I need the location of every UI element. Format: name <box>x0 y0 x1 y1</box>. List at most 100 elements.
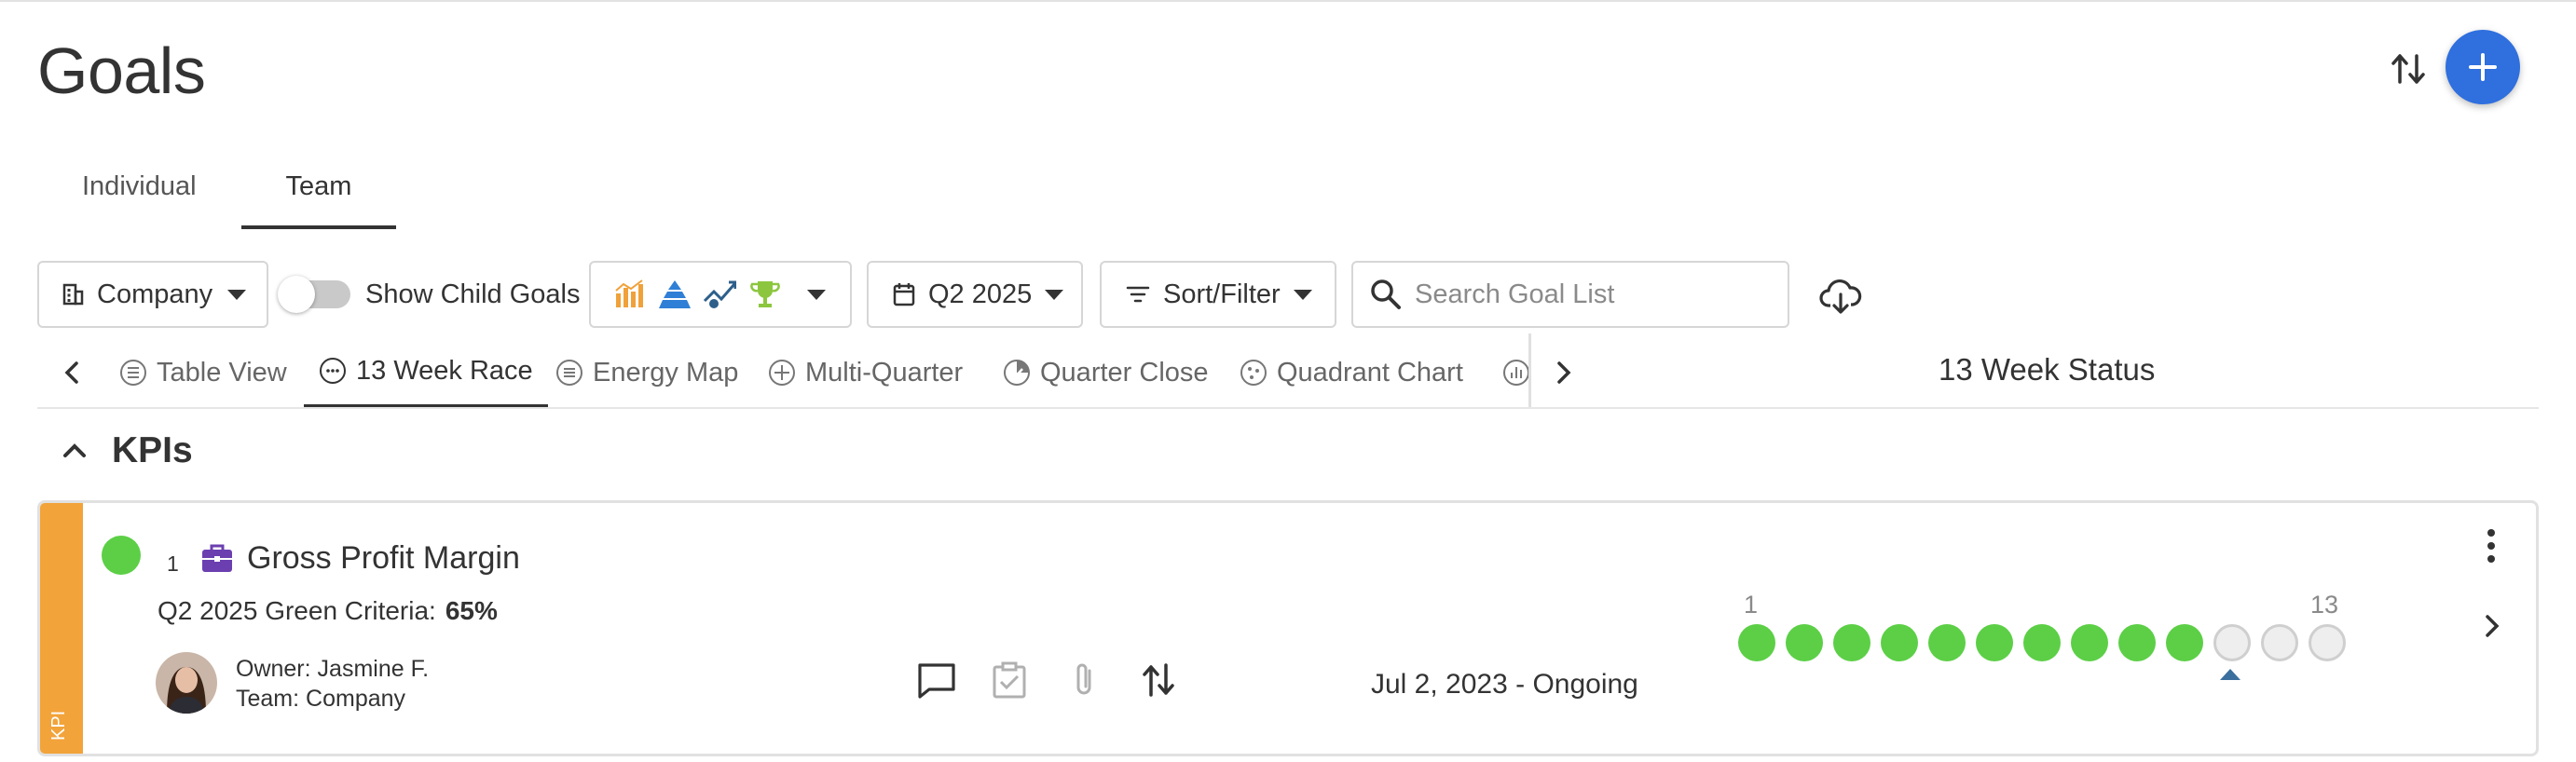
pyramid-icon <box>659 280 691 308</box>
table-icon <box>120 360 146 386</box>
green-criteria: Q2 2025 Green Criteria: 65% <box>158 596 498 626</box>
team-name: Company <box>306 686 406 712</box>
chevron-down-icon <box>227 289 247 300</box>
goal-tabs: Individual Team <box>37 149 397 229</box>
week-dot-11[interactable] <box>2213 624 2251 661</box>
quarter-close-icon <box>1004 360 1030 386</box>
tab-multi-quarter[interactable]: Multi-Quarter <box>768 337 963 408</box>
tab-label: Multi-Quarter <box>805 357 964 388</box>
calendar-icon <box>893 283 915 306</box>
current-week-marker <box>2220 669 2240 680</box>
top-divider <box>0 0 2576 2</box>
week-dot-12[interactable] <box>2261 624 2298 661</box>
search-box <box>1351 261 1789 328</box>
week-dot-2[interactable] <box>1786 624 1823 661</box>
criteria-label: Q2 2025 Green Criteria: <box>158 596 436 625</box>
week-status-header: 13 Week Status <box>1939 352 2156 387</box>
week-dot-9[interactable] <box>2118 624 2156 661</box>
tab-quarter-close[interactable]: Quarter Close <box>1003 337 1209 408</box>
avatar <box>156 652 217 714</box>
chevron-up-icon[interactable] <box>58 434 91 468</box>
multi-quarter-icon <box>769 360 795 386</box>
tab-13-week-race[interactable]: 13 Week Race <box>304 337 548 408</box>
chevron-left-icon[interactable] <box>56 354 89 391</box>
add-goal-button[interactable] <box>2446 30 2520 104</box>
week-dot-6[interactable] <box>1976 624 2013 661</box>
building-icon <box>62 283 84 306</box>
tab-energy-map[interactable]: Energy Map <box>555 337 738 408</box>
tab-quadrant-chart[interactable]: Quadrant Chart <box>1240 337 1463 408</box>
week-dot-8[interactable] <box>2071 624 2108 661</box>
view-tabs: Table View 13 Week Race Energy Map Multi… <box>37 337 1528 408</box>
reorder-icon[interactable] <box>1136 658 1181 702</box>
goal-type-band: KPI <box>40 503 83 754</box>
filter-icon <box>1126 286 1150 303</box>
page-title: Goals <box>37 34 206 107</box>
week-dot-3[interactable] <box>1833 624 1870 661</box>
tab-label: Energy Map <box>593 357 739 388</box>
search-input[interactable] <box>1415 279 1769 310</box>
tab-label: Quarter Close <box>1040 357 1209 388</box>
quarter-dropdown[interactable]: Q2 2025 <box>867 261 1083 328</box>
view-divider <box>1528 333 1531 408</box>
attachment-icon[interactable] <box>1062 658 1106 702</box>
more-options-icon[interactable] <box>2482 525 2501 566</box>
plus-icon <box>2469 53 2497 81</box>
tab-table-view[interactable]: Table View <box>119 337 287 408</box>
criteria-value: 65% <box>445 596 498 625</box>
owner-name: Jasmine F. <box>317 656 430 682</box>
briefcase-icon <box>202 544 232 572</box>
tab-team[interactable]: Team <box>240 149 397 229</box>
owner-info: Owner: Jasmine F. Team: Company <box>236 654 429 714</box>
status-dot[interactable] <box>102 536 141 575</box>
chevron-down-icon <box>807 289 826 300</box>
chart-icon <box>1503 360 1528 386</box>
goal-type-label: KPI <box>48 710 69 741</box>
energy-map-icon <box>556 360 582 386</box>
chevron-down-icon <box>1045 289 1064 300</box>
search-icon <box>1371 279 1401 309</box>
comment-icon[interactable] <box>914 658 959 702</box>
tab-individual[interactable]: Individual <box>37 149 241 229</box>
tab-label: 13 Week Race <box>356 355 533 386</box>
show-child-goals-toggle[interactable] <box>278 276 350 313</box>
goal-name[interactable]: Gross Profit Margin <box>247 540 520 577</box>
task-icon[interactable] <box>987 658 1032 702</box>
sort-filter-dropdown[interactable]: Sort/Filter <box>1100 261 1336 328</box>
trend-line-icon <box>703 280 736 308</box>
goal-number: 1 <box>167 551 179 576</box>
tab-label: Table View <box>157 357 287 388</box>
week-end-label: 13 <box>2310 591 2339 619</box>
show-child-goals-label: Show Child Goals <box>365 279 581 309</box>
tab-more-chart[interactable] <box>1502 337 1528 408</box>
goal-type-dropdown[interactable] <box>589 261 852 328</box>
week-dot-7[interactable] <box>2023 624 2061 661</box>
quadrant-icon <box>1240 360 1267 386</box>
bar-chart-icon <box>615 279 643 307</box>
week-dot-4[interactable] <box>1881 624 1918 661</box>
chevron-right-icon[interactable] <box>1547 354 1581 391</box>
week-dot-13[interactable] <box>2309 624 2346 661</box>
toggle-knob <box>278 276 315 313</box>
quarter-label: Q2 2025 <box>928 279 1033 309</box>
week-start-label: 1 <box>1744 591 1759 619</box>
race-icon <box>320 358 346 384</box>
week-dot-5[interactable] <box>1928 624 1966 661</box>
sort-filter-label: Sort/Filter <box>1163 279 1281 309</box>
week-status-dots <box>1738 624 2346 661</box>
section-title: KPIs <box>112 430 193 470</box>
week-dot-10[interactable] <box>2166 624 2203 661</box>
scope-label: Company <box>97 279 213 309</box>
goal-card[interactable]: KPI 1 Gross Profit Margin Q2 2025 Green … <box>37 500 2539 756</box>
cloud-download-icon[interactable] <box>1819 274 1862 317</box>
week-dot-1[interactable] <box>1738 624 1775 661</box>
date-range: Jul 2, 2023 - Ongoing <box>1371 669 1638 700</box>
chevron-down-icon <box>1293 289 1312 300</box>
owner-label: Owner: <box>236 656 311 682</box>
trophy-icon <box>750 281 780 307</box>
team-label: Team: <box>236 686 300 712</box>
swap-vertical-icon[interactable] <box>2386 47 2431 91</box>
scope-dropdown[interactable]: Company <box>37 261 268 328</box>
tab-label: Quadrant Chart <box>1277 357 1463 388</box>
chevron-right-icon[interactable] <box>2476 607 2508 645</box>
